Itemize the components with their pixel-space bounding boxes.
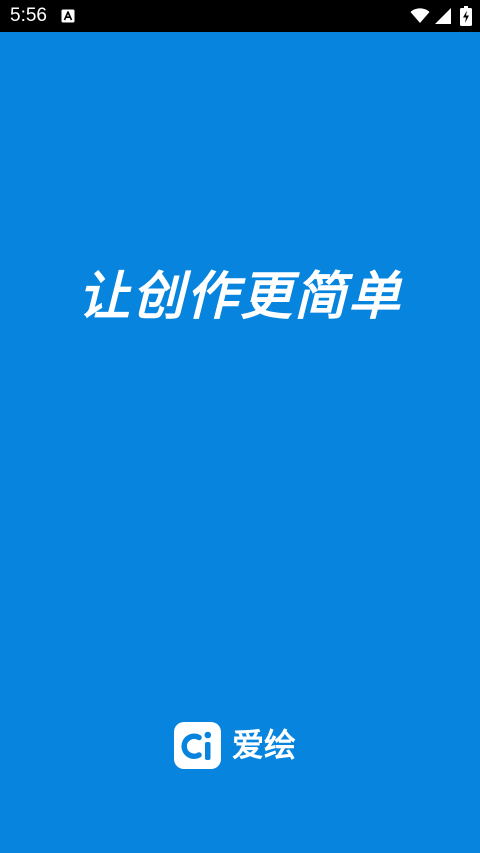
splash-screen: 让创作更简单 爱绘 bbox=[0, 32, 480, 853]
font-a-icon bbox=[61, 9, 75, 23]
battery-charging-icon bbox=[460, 6, 472, 26]
status-bar: 5:56 bbox=[0, 0, 480, 32]
brand-lockup: 爱绘 bbox=[174, 722, 314, 772]
status-time: 5:56 bbox=[10, 5, 47, 26]
aihui-logo-icon bbox=[174, 722, 221, 769]
cell-signal-icon bbox=[435, 8, 451, 24]
brand-name: 爱绘 bbox=[232, 726, 297, 764]
wifi-icon bbox=[410, 8, 430, 23]
slogan-text: 让创作更简单 bbox=[77, 267, 402, 327]
